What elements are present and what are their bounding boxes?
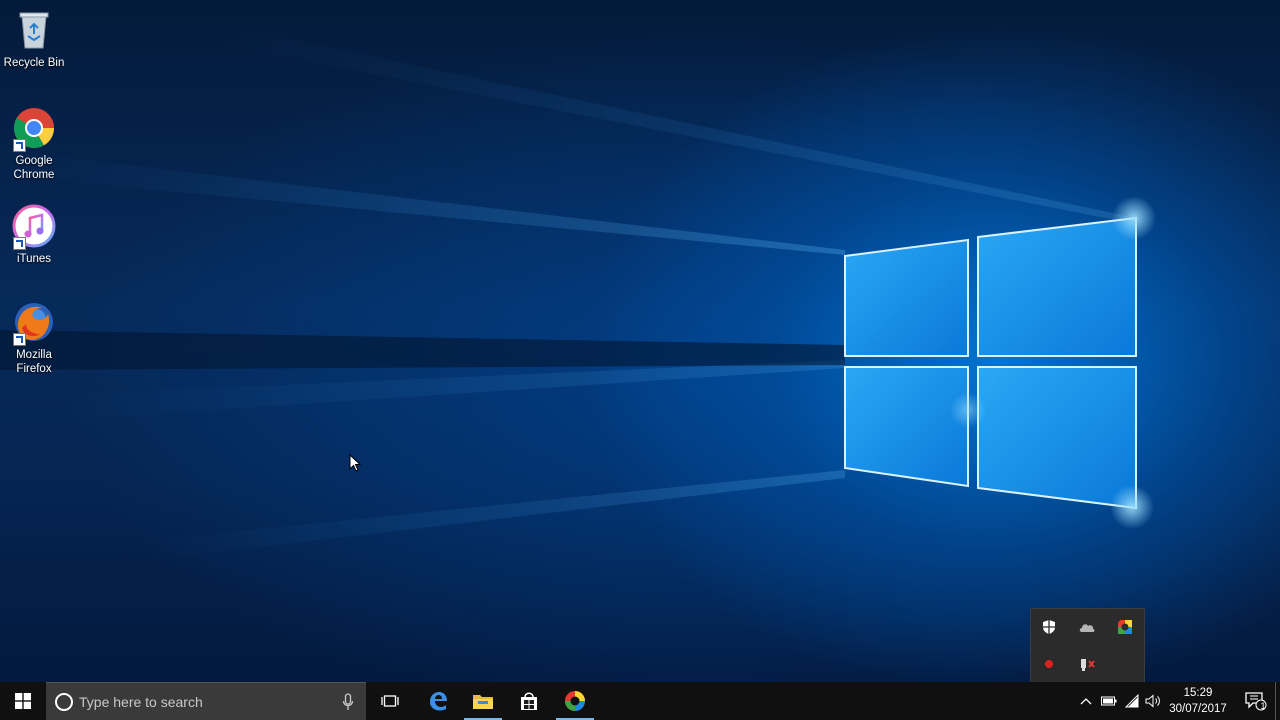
task-view-icon bbox=[381, 695, 399, 707]
mouse-pointer-icon bbox=[349, 453, 362, 477]
app-color-icon bbox=[565, 691, 585, 711]
battery-icon[interactable] bbox=[1100, 692, 1118, 710]
taskbar-store-button[interactable] bbox=[506, 682, 552, 720]
microphone-icon[interactable] bbox=[342, 693, 354, 716]
taskbar-file-explorer-button[interactable] bbox=[460, 682, 506, 720]
cortana-icon bbox=[55, 693, 73, 711]
desktop-icon-label: iTunes bbox=[16, 253, 52, 265]
tray-overflow-popup bbox=[1030, 608, 1145, 683]
task-view-button[interactable] bbox=[367, 682, 413, 720]
desktop-icon-label: Google Chrome bbox=[13, 155, 55, 181]
desktop-icon-label: Recycle Bin bbox=[3, 57, 65, 69]
desktop-icon-label: Mozilla Firefox bbox=[16, 349, 52, 375]
desktop-wallpaper bbox=[0, 0, 1280, 682]
chrome-icon bbox=[12, 106, 56, 152]
record-icon[interactable] bbox=[1037, 652, 1061, 676]
app-color-icon[interactable] bbox=[1113, 615, 1137, 639]
taskbar-app-button[interactable] bbox=[552, 682, 598, 720]
edge-icon bbox=[430, 692, 447, 711]
shortcut-arrow-icon bbox=[13, 333, 26, 346]
store-icon bbox=[521, 692, 537, 710]
search-placeholder: Type here to search bbox=[79, 694, 203, 710]
show-desktop-button[interactable] bbox=[1275, 682, 1280, 720]
windows-defender-icon[interactable] bbox=[1037, 615, 1061, 639]
clock-date: 30/07/2017 bbox=[1169, 703, 1227, 715]
onedrive-icon[interactable] bbox=[1075, 615, 1099, 639]
wifi-icon[interactable] bbox=[1123, 692, 1141, 710]
start-button[interactable] bbox=[0, 682, 46, 720]
search-box[interactable]: Type here to search bbox=[46, 682, 366, 720]
itunes-icon bbox=[12, 204, 56, 250]
desktop-icon-google-chrome[interactable]: Google Chrome bbox=[0, 106, 68, 182]
usb-eject-icon[interactable] bbox=[1075, 652, 1099, 676]
clock-time: 15:29 bbox=[1183, 687, 1213, 699]
firefox-icon bbox=[12, 300, 56, 346]
taskbar: Type here to search 15:29 30/07/2017 1 bbox=[0, 682, 1280, 720]
recycle-bin-icon bbox=[12, 8, 56, 52]
action-center-button[interactable]: 1 bbox=[1238, 682, 1274, 720]
desktop-icon-mozilla-firefox[interactable]: Mozilla Firefox bbox=[0, 300, 68, 376]
show-hidden-icons-chevron-icon[interactable] bbox=[1077, 692, 1095, 710]
shortcut-arrow-icon bbox=[13, 139, 26, 152]
shortcut-arrow-icon bbox=[13, 237, 26, 250]
desktop-icon-recycle-bin[interactable]: Recycle Bin bbox=[0, 8, 68, 70]
taskbar-clock[interactable]: 15:29 30/07/2017 bbox=[1160, 685, 1236, 717]
desktop-icon-itunes[interactable]: iTunes bbox=[0, 204, 68, 266]
windows-logo-icon bbox=[15, 693, 31, 709]
folder-icon bbox=[473, 695, 493, 709]
taskbar-edge-button[interactable] bbox=[415, 682, 461, 720]
notification-count-badge: 1 bbox=[1260, 701, 1266, 711]
